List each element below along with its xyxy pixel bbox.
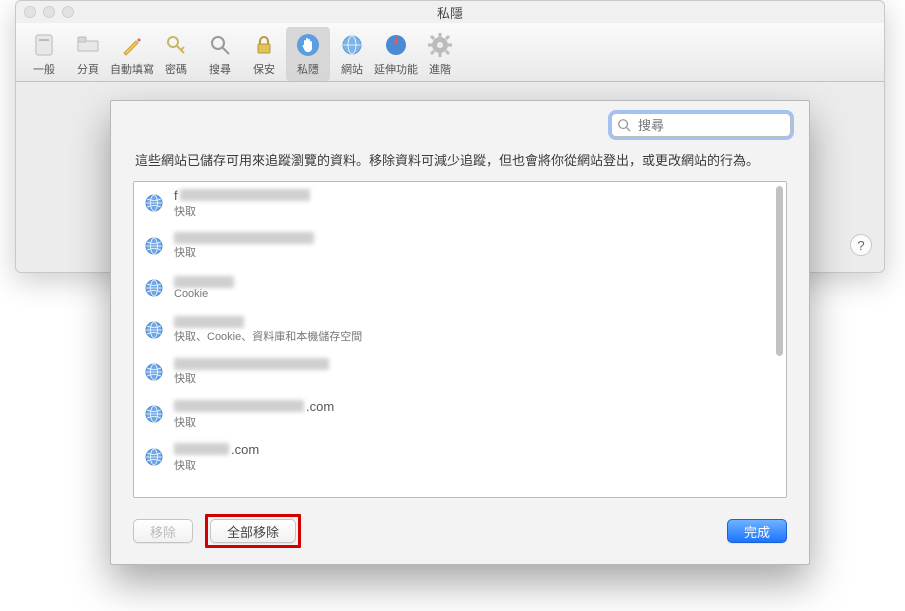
website-data-row[interactable]: .com快取 <box>134 393 786 436</box>
globe-icon <box>338 31 366 59</box>
general-icon <box>30 31 58 59</box>
website-data-row[interactable]: f快取 <box>134 182 786 225</box>
window-title: 私隱 <box>16 3 884 22</box>
row-texts: .com快取 <box>174 399 334 430</box>
prefs-toolbar: 一般 分頁 自動填寫 密碼 搜尋 <box>16 23 884 82</box>
sheet-description: 這些網站已儲存可用來追蹤瀏覽的資料。移除資料可減少追蹤，但也會將你從網站登出，或… <box>111 145 809 181</box>
tab-label: 密碼 <box>165 61 187 77</box>
website-data-sheet: 這些網站已儲存可用來追蹤瀏覽的資料。移除資料可減少追蹤，但也會將你從網站登出，或… <box>110 100 810 565</box>
row-subtitle: 快取 <box>174 370 329 386</box>
sheet-search-row <box>111 101 809 145</box>
row-texts: 快取 <box>174 358 329 386</box>
tab-label: 分頁 <box>77 61 99 77</box>
website-data-row[interactable]: 快取、Cookie、資料庫和本機儲存空間 <box>134 309 786 351</box>
website-data-row[interactable]: .com快取 <box>134 436 786 479</box>
redacted-domain <box>174 358 329 370</box>
search-input[interactable] <box>611 113 791 137</box>
magnify-icon <box>206 31 234 59</box>
row-domain <box>174 316 362 328</box>
scrollbar[interactable] <box>776 186 783 356</box>
redacted-domain <box>174 443 229 455</box>
puzzle-icon <box>382 31 410 59</box>
tab-security[interactable]: 保安 <box>242 27 286 81</box>
website-data-list: f快取快取Cookie快取、Cookie、資料庫和本機儲存空間快取.com快取.… <box>133 181 787 499</box>
titlebar: 私隱 <box>16 1 884 23</box>
gear-icon <box>426 31 454 59</box>
done-button[interactable]: 完成 <box>727 519 787 543</box>
row-texts: .com快取 <box>174 442 259 473</box>
remove-button[interactable]: 移除 <box>133 519 193 543</box>
tab-label: 網站 <box>341 61 363 77</box>
globe-icon <box>144 236 164 256</box>
tab-label: 一般 <box>33 61 55 77</box>
website-data-row[interactable]: 快取 <box>134 225 786 267</box>
remove-all-button[interactable]: 全部移除 <box>210 519 296 543</box>
website-data-row[interactable]: 快取 <box>134 351 786 393</box>
tab-label: 搜尋 <box>209 61 231 77</box>
search-icon <box>617 118 631 132</box>
tab-label: 延伸功能 <box>374 61 418 77</box>
row-domain <box>174 358 329 370</box>
row-subtitle: 快取 <box>174 203 310 219</box>
lock-icon <box>250 31 278 59</box>
row-domain: .com <box>174 442 259 457</box>
tabs-icon <box>74 31 102 59</box>
tab-label: 保安 <box>253 61 275 77</box>
row-texts: Cookie <box>174 276 234 300</box>
tab-privacy[interactable]: 私隱 <box>286 27 330 81</box>
row-domain: .com <box>174 399 334 414</box>
row-subtitle: 快取、Cookie、資料庫和本機儲存空間 <box>174 328 362 344</box>
hand-icon <box>294 31 322 59</box>
row-domain <box>174 232 314 244</box>
tab-passwords[interactable]: 密碼 <box>154 27 198 81</box>
sheet-footer: 移除 全部移除 完成 <box>111 498 809 564</box>
redacted-domain <box>174 276 234 288</box>
tab-search[interactable]: 搜尋 <box>198 27 242 81</box>
row-subtitle: 快取 <box>174 457 259 473</box>
row-domain: f <box>174 188 310 203</box>
row-texts: 快取 <box>174 232 314 260</box>
row-texts: 快取、Cookie、資料庫和本機儲存空間 <box>174 316 362 344</box>
key-icon <box>162 31 190 59</box>
redacted-domain <box>174 232 314 244</box>
tab-tabs[interactable]: 分頁 <box>66 27 110 81</box>
search-field-wrap <box>611 113 791 137</box>
tab-label: 私隱 <box>297 61 319 77</box>
redacted-domain <box>174 316 244 328</box>
tab-extensions[interactable]: 延伸功能 <box>374 27 418 81</box>
globe-icon <box>144 193 164 213</box>
row-subtitle: 快取 <box>174 244 314 260</box>
help-button[interactable]: ? <box>850 234 872 256</box>
tab-general[interactable]: 一般 <box>22 27 66 81</box>
website-data-row[interactable]: Cookie <box>134 267 786 309</box>
list-scroll-area[interactable]: f快取快取Cookie快取、Cookie、資料庫和本機儲存空間快取.com快取.… <box>134 182 786 498</box>
globe-icon <box>144 362 164 382</box>
globe-icon <box>144 447 164 467</box>
row-subtitle: Cookie <box>174 288 234 300</box>
tab-label: 自動填寫 <box>110 61 154 77</box>
tab-websites[interactable]: 網站 <box>330 27 374 81</box>
globe-icon <box>144 278 164 298</box>
globe-icon <box>144 404 164 424</box>
tab-label: 進階 <box>429 61 451 77</box>
redacted-domain <box>180 189 310 201</box>
row-subtitle: 快取 <box>174 414 334 430</box>
autofill-icon <box>118 31 146 59</box>
highlight-annotation: 全部移除 <box>205 514 301 548</box>
redacted-domain <box>174 400 304 412</box>
row-texts: f快取 <box>174 188 310 219</box>
globe-icon <box>144 320 164 340</box>
row-domain <box>174 276 234 288</box>
tab-advanced[interactable]: 進階 <box>418 27 462 81</box>
tab-autofill[interactable]: 自動填寫 <box>110 27 154 81</box>
